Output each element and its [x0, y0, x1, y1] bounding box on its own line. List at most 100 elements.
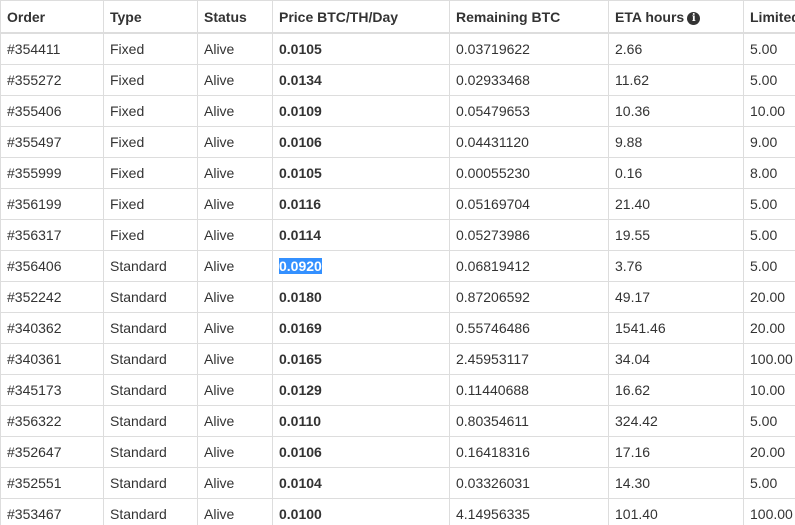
- cell-eta: 34.04: [608, 343, 744, 375]
- cell-remaining: 0.05479653: [449, 95, 609, 127]
- cell-status: Alive: [197, 188, 273, 220]
- cell-price: 0.0105: [272, 32, 450, 65]
- column-header-remaining[interactable]: Remaining BTC: [449, 0, 609, 34]
- price-value: 0.0110: [279, 413, 322, 429]
- cell-type: Standard: [103, 250, 198, 282]
- cell-status: Alive: [197, 467, 273, 499]
- cell-type: Standard: [103, 281, 198, 313]
- table-row: #356322 Standard Alive 0.0110 0.80354611 324.…: [0, 405, 795, 437]
- cell-eta: 0.16: [608, 157, 744, 189]
- price-value: 0.0100: [279, 506, 322, 522]
- cell-limit: 100.00: [743, 498, 795, 525]
- cell-status: Alive: [197, 405, 273, 437]
- cell-order: #345173: [0, 374, 104, 406]
- cell-type: Fixed: [103, 95, 198, 127]
- column-header-order[interactable]: Order: [0, 0, 104, 34]
- cell-remaining: 0.03326031: [449, 467, 609, 499]
- price-value: 0.0165: [279, 351, 322, 367]
- cell-type: Standard: [103, 374, 198, 406]
- price-value: 0.0129: [279, 382, 322, 398]
- cell-price: 0.0100: [272, 498, 450, 525]
- table-row: #356317 Fixed Alive 0.0114 0.05273986 19.55 5.…: [0, 219, 795, 251]
- cell-limit: 20.00: [743, 436, 795, 468]
- table-row: #353467 Standard Alive 0.0100 4.14956335 101.…: [0, 498, 795, 525]
- cell-remaining: 0.80354611: [449, 405, 609, 437]
- cell-remaining: 0.00055230: [449, 157, 609, 189]
- cell-status: Alive: [197, 126, 273, 158]
- cell-remaining: 0.05169704: [449, 188, 609, 220]
- cell-remaining: 0.04431120: [449, 126, 609, 158]
- cell-limit: 5.00: [743, 188, 795, 220]
- cell-limit: 20.00: [743, 281, 795, 313]
- table-row: #355999 Fixed Alive 0.0105 0.00055230 0.16 8.0…: [0, 157, 795, 189]
- cell-price: 0.0106: [272, 436, 450, 468]
- cell-price: 0.0116: [272, 188, 450, 220]
- cell-status: Alive: [197, 281, 273, 313]
- column-header-eta-label: ETA hours: [615, 8, 685, 25]
- cell-type: Standard: [103, 343, 198, 375]
- cell-type: Standard: [103, 467, 198, 499]
- cell-eta: 14.30: [608, 467, 744, 499]
- table-row: #340362 Standard Alive 0.0169 0.55746486 1541…: [0, 312, 795, 344]
- cell-remaining: 0.06819412: [449, 250, 609, 282]
- table-row: #352242 Standard Alive 0.0180 0.87206592 49.1…: [0, 281, 795, 313]
- cell-eta: 21.40: [608, 188, 744, 220]
- table-row: #354411 Fixed Alive 0.0105 0.03719622 2.66 5.0…: [0, 32, 795, 65]
- cell-order: #352242: [0, 281, 104, 313]
- cell-remaining: 0.11440688: [449, 374, 609, 406]
- cell-eta: 324.42: [608, 405, 744, 437]
- cell-remaining: 2.45953117: [449, 343, 609, 375]
- table-row: #340361 Standard Alive 0.0165 2.45953117 34.0…: [0, 343, 795, 375]
- cell-limit: 9.00: [743, 126, 795, 158]
- table-row: #352551 Standard Alive 0.0104 0.03326031 14.3…: [0, 467, 795, 499]
- cell-eta: 9.88: [608, 126, 744, 158]
- price-value: 0.0180: [279, 289, 322, 305]
- cell-eta: 17.16: [608, 436, 744, 468]
- cell-type: Standard: [103, 405, 198, 437]
- cell-remaining: 0.87206592: [449, 281, 609, 313]
- column-header-status[interactable]: Status: [197, 0, 273, 34]
- price-value: 0.0114: [279, 227, 322, 243]
- cell-order: #356322: [0, 405, 104, 437]
- cell-status: Alive: [197, 219, 273, 251]
- cell-type: Fixed: [103, 157, 198, 189]
- cell-limit: 5.00: [743, 467, 795, 499]
- cell-eta: 1541.46: [608, 312, 744, 344]
- table-row: #355272 Fixed Alive 0.0134 0.02933468 11.62 5.…: [0, 64, 795, 96]
- column-header-type[interactable]: Type: [103, 0, 198, 34]
- cell-price: 0.0105: [272, 157, 450, 189]
- price-value: 0.0106: [279, 134, 322, 150]
- info-circle-icon[interactable]: i: [687, 11, 701, 25]
- column-header-limit[interactable]: Limited: [743, 0, 795, 34]
- cell-status: Alive: [197, 436, 273, 468]
- cell-order: #353467: [0, 498, 104, 525]
- price-value: 0.0116: [279, 196, 322, 212]
- price-value: 0.0134: [279, 72, 322, 88]
- cell-limit: 5.00: [743, 64, 795, 96]
- table-row: #352647 Standard Alive 0.0106 0.16418316 17.1…: [0, 436, 795, 468]
- cell-price: 0.0920: [272, 250, 450, 282]
- cell-remaining: 0.55746486: [449, 312, 609, 344]
- cell-type: Fixed: [103, 32, 198, 65]
- price-value: 0.0105: [279, 165, 322, 181]
- cell-limit: 10.00: [743, 95, 795, 127]
- cell-status: Alive: [197, 95, 273, 127]
- cell-price: 0.0114: [272, 219, 450, 251]
- cell-status: Alive: [197, 250, 273, 282]
- cell-eta: 19.55: [608, 219, 744, 251]
- cell-price: 0.0169: [272, 312, 450, 344]
- cell-eta: 11.62: [608, 64, 744, 96]
- cell-type: Fixed: [103, 219, 198, 251]
- cell-eta: 10.36: [608, 95, 744, 127]
- orders-table: Order Type Status Price BTC/TH/Day Remai…: [0, 0, 795, 525]
- table-row: #356406 Standard Alive 0.0920 0.06819412 3.76…: [0, 250, 795, 282]
- cell-price: 0.0109: [272, 95, 450, 127]
- cell-limit: 100.00: [743, 343, 795, 375]
- column-header-eta[interactable]: ETA hours i: [608, 0, 744, 34]
- cell-remaining: 0.05273986: [449, 219, 609, 251]
- cell-status: Alive: [197, 343, 273, 375]
- column-header-price[interactable]: Price BTC/TH/Day: [272, 0, 450, 34]
- price-value: 0.0920: [279, 258, 322, 274]
- cell-eta: 49.17: [608, 281, 744, 313]
- cell-limit: 5.00: [743, 250, 795, 282]
